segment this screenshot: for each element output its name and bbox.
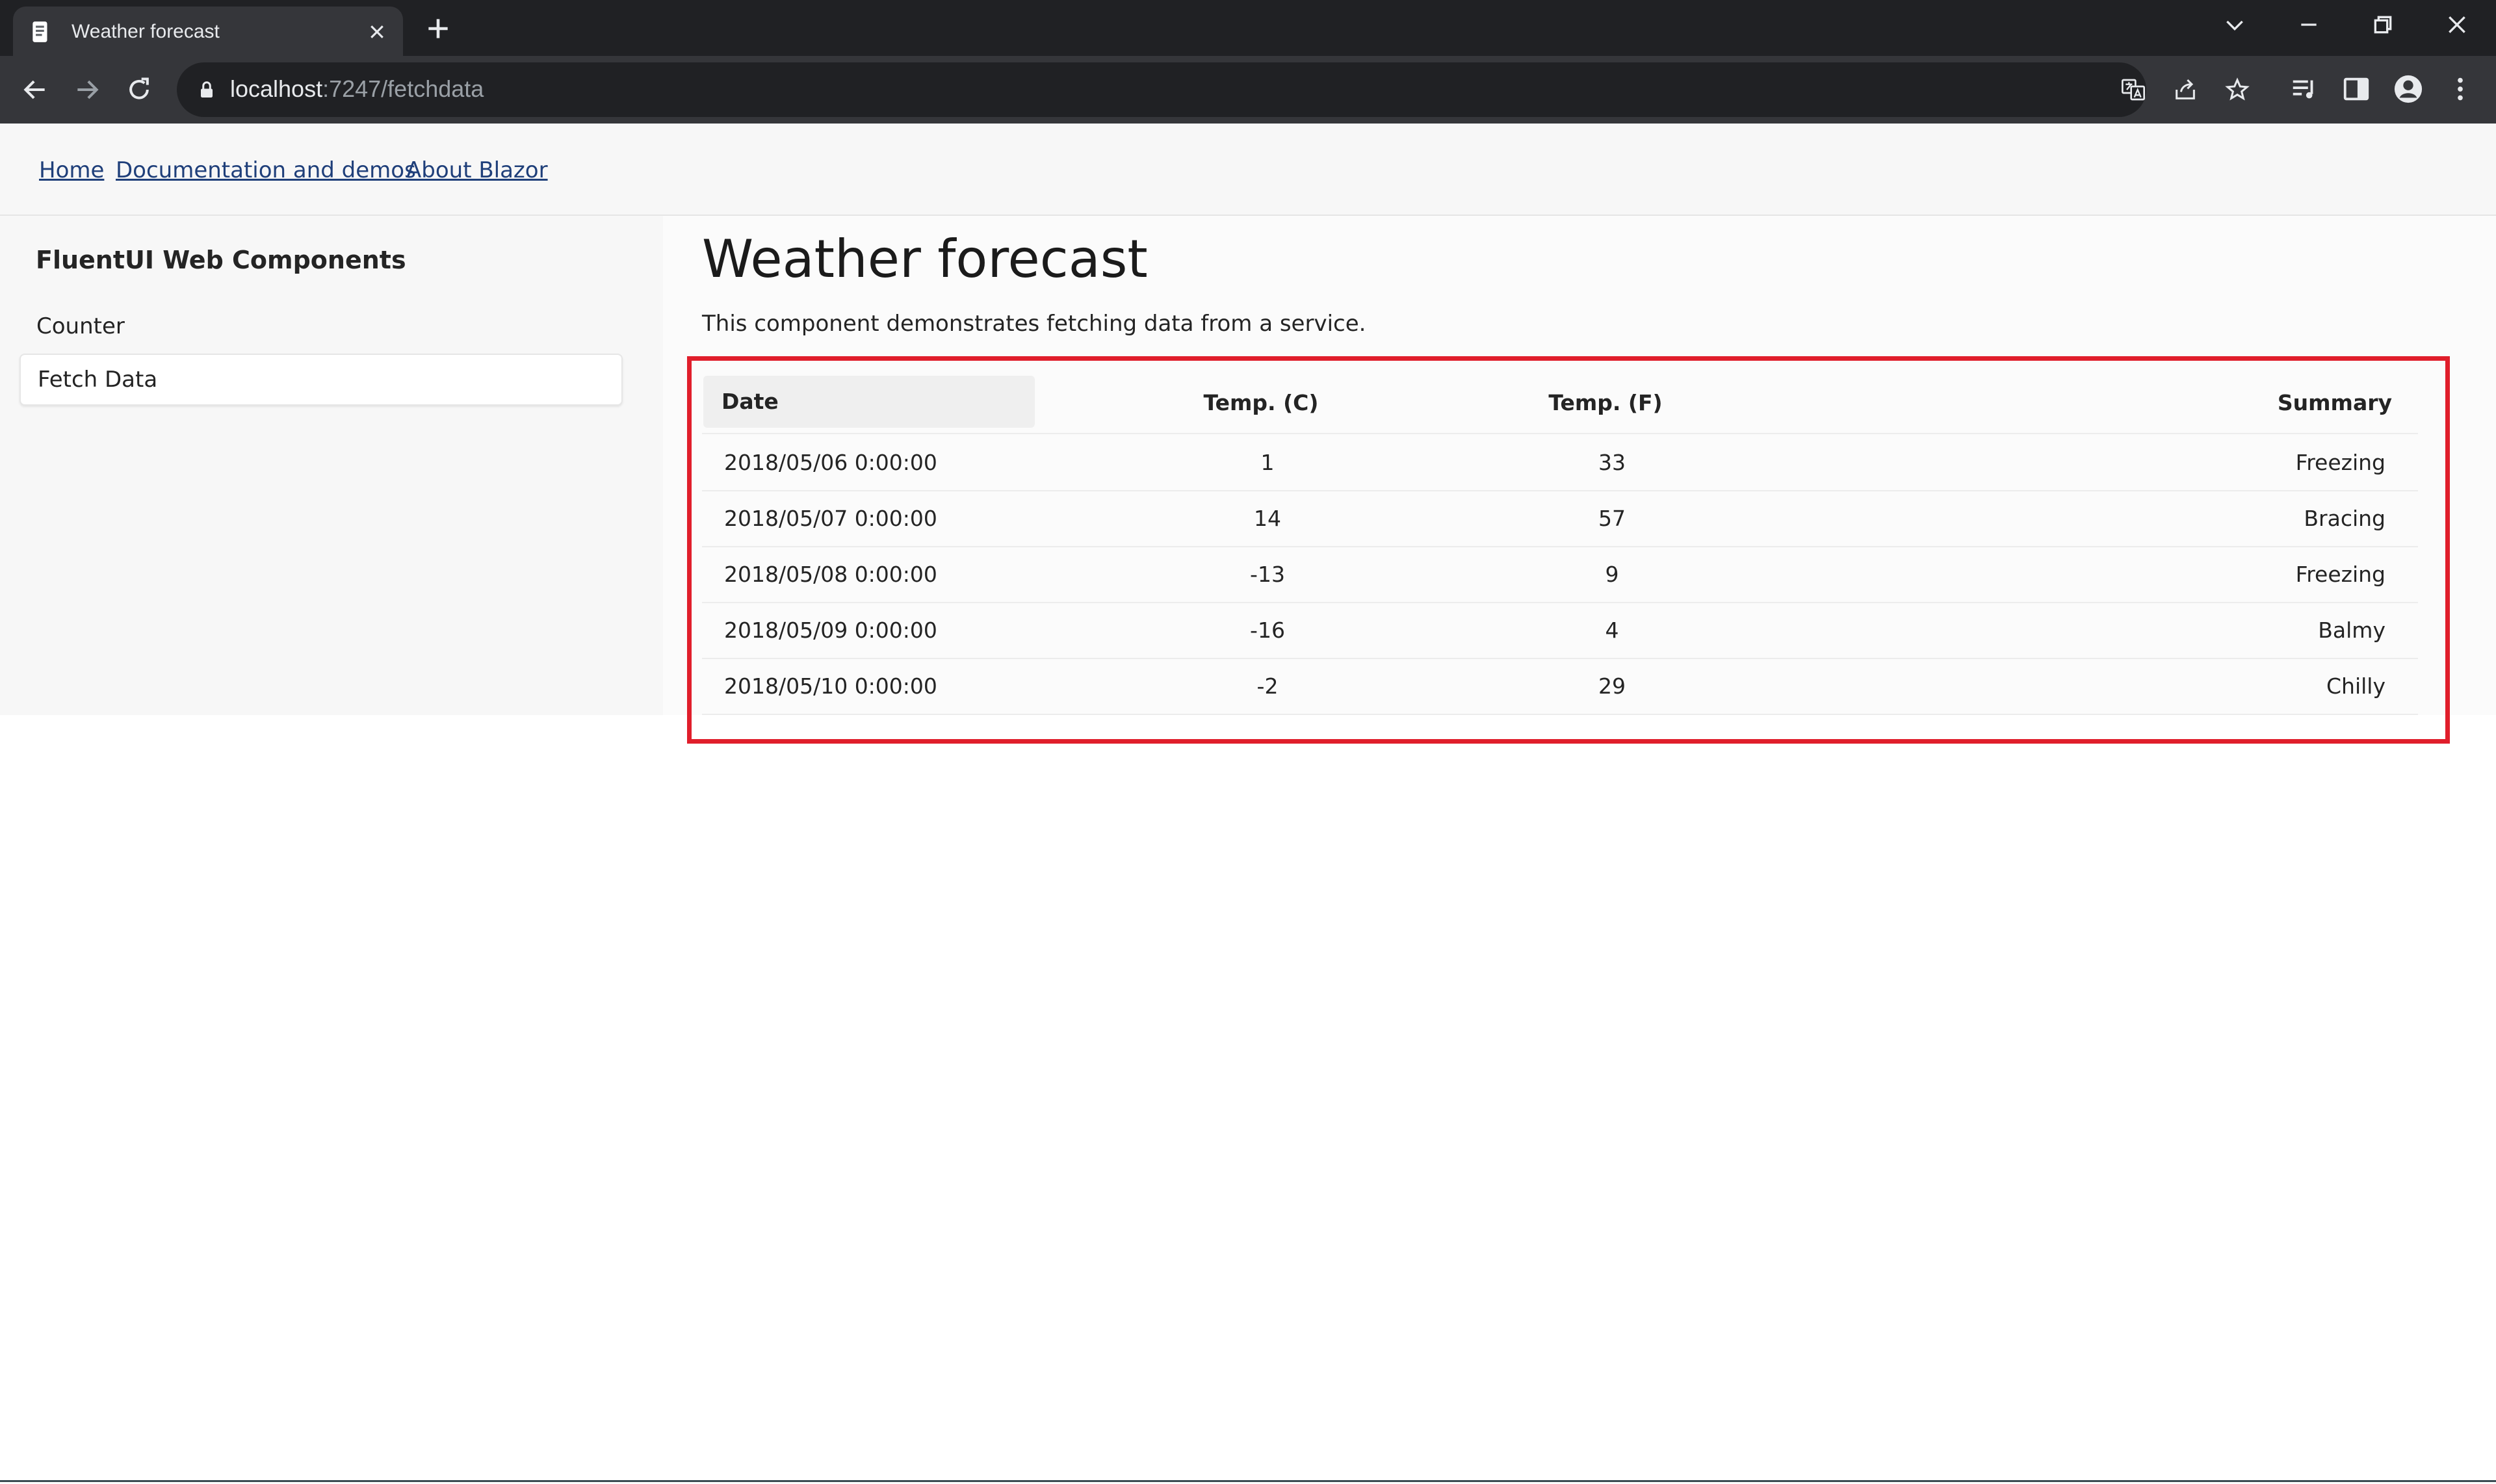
kebab-menu-icon[interactable] (2445, 74, 2475, 104)
header-temp-c[interactable]: Temp. (C) (1157, 371, 1365, 434)
header-summary-label: Summary (2277, 390, 2392, 415)
cell-temp-f: 4 (1605, 618, 1619, 643)
cell-date: 2018/05/09 0:00:00 (724, 618, 937, 643)
sidebar-item-counter[interactable]: Counter (20, 302, 623, 354)
page-description: This component demonstrates fetching dat… (702, 311, 1366, 337)
url-text[interactable]: localhost:7247/fetchdata (230, 75, 484, 103)
sidebar-item-label: Fetch Data (38, 367, 158, 393)
header-date-label: Date (722, 389, 779, 414)
lock-icon[interactable] (195, 78, 218, 101)
header-date[interactable]: Date (703, 376, 1035, 428)
cell-date: 2018/05/06 0:00:00 (724, 450, 937, 475)
cell-temp-f: 33 (1598, 450, 1626, 475)
cell-temp-c: 14 (1254, 506, 1281, 531)
window-close-icon[interactable] (2444, 12, 2470, 38)
cell-temp-c: -2 (1256, 673, 1279, 699)
cell-temp-f: 9 (1605, 562, 1619, 587)
minimize-icon[interactable] (2296, 12, 2322, 38)
side-panel-icon[interactable] (2341, 74, 2371, 104)
back-arrow-icon[interactable] (21, 75, 49, 104)
grid-header-row: Date Temp. (C) Temp. (F) Summary (702, 371, 2418, 434)
cell-temp-f: 57 (1598, 506, 1626, 531)
cell-temp-f: 29 (1598, 673, 1626, 699)
cell-summary: Balmy (2318, 618, 2386, 643)
sidebar-item-fetch-data[interactable]: Fetch Data (20, 354, 623, 406)
forward-arrow-icon[interactable] (73, 75, 101, 104)
nav-link-documentation[interactable]: Documentation and demos (116, 157, 416, 183)
cell-date: 2018/05/08 0:00:00 (724, 562, 937, 587)
weather-data-grid: Date Temp. (C) Temp. (F) Summary 2018/05… (702, 371, 2418, 728)
url-path: :7247/fetchdata (322, 75, 484, 102)
close-icon[interactable] (367, 22, 387, 42)
cell-summary: Chilly (2326, 673, 2386, 699)
cell-date: 2018/05/07 0:00:00 (724, 506, 937, 531)
top-navigation: Home Documentation and demos About Blazo… (0, 124, 2496, 216)
header-temp-c-label: Temp. (C) (1203, 390, 1319, 415)
table-row: 2018/05/08 0:00:00 -13 9 Freezing (702, 547, 2418, 603)
share-icon[interactable] (2172, 77, 2198, 103)
cell-summary: Bracing (2304, 506, 2386, 531)
cell-temp-c: -13 (1250, 562, 1285, 587)
url-host: localhost (230, 75, 323, 102)
star-icon[interactable] (2224, 77, 2250, 103)
address-bar[interactable]: localhost:7247/fetchdata (177, 62, 2250, 117)
restore-icon[interactable] (2370, 12, 2396, 38)
cell-summary: Freezing (2295, 450, 2386, 475)
browser-tab-bar: Weather forecast (0, 0, 2496, 56)
header-temp-f-label: Temp. (F) (1548, 390, 1663, 415)
table-row: 2018/05/07 0:00:00 14 57 Bracing (702, 491, 2418, 547)
cell-date: 2018/05/10 0:00:00 (724, 673, 937, 699)
header-temp-f[interactable]: Temp. (F) (1502, 371, 1710, 434)
cell-temp-c: 1 (1260, 450, 1275, 475)
sidebar-item-label: Counter (36, 313, 125, 339)
cell-summary: Freezing (2295, 562, 2386, 587)
bottom-edge-line (0, 1480, 2496, 1482)
document-icon (32, 21, 47, 42)
reload-icon[interactable] (125, 75, 153, 104)
page-title: Weather forecast (702, 229, 1148, 289)
table-row: 2018/05/06 0:00:00 1 33 Freezing (702, 436, 2418, 491)
tab-title: Weather forecast (72, 21, 220, 42)
chevron-down-icon[interactable] (2222, 12, 2248, 38)
table-row: 2018/05/09 0:00:00 -16 4 Balmy (702, 603, 2418, 659)
header-summary[interactable]: Summary (2197, 371, 2392, 434)
nav-link-about-blazor[interactable]: About Blazor (406, 157, 548, 183)
cell-temp-c: -16 (1250, 618, 1285, 643)
sidebar-title: FluentUI Web Components (36, 246, 406, 274)
new-tab-icon[interactable] (424, 14, 452, 43)
translate-icon[interactable] (2120, 77, 2146, 103)
web-page: Home Documentation and demos About Blazo… (0, 124, 2496, 1484)
sidebar: FluentUI Web Components Counter Fetch Da… (0, 216, 663, 715)
nav-link-home[interactable]: Home (39, 157, 104, 183)
browser-toolbar: localhost:7247/fetchdata (0, 56, 2496, 124)
media-list-icon[interactable] (2289, 74, 2319, 104)
table-row: 2018/05/10 0:00:00 -2 29 Chilly (702, 659, 2418, 715)
profile-icon[interactable] (2393, 74, 2423, 104)
browser-tab[interactable]: Weather forecast (13, 7, 403, 56)
